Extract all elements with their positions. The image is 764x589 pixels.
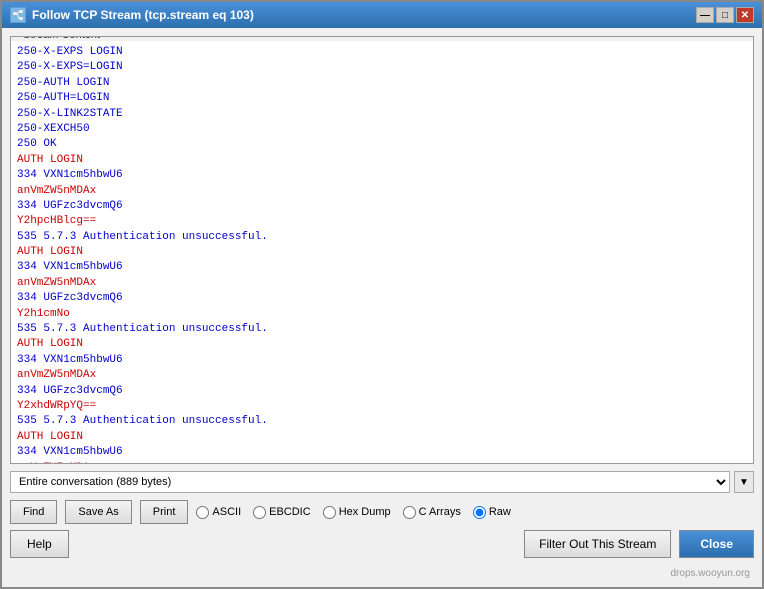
stream-line: 250-X-LINK2STATE xyxy=(17,107,747,122)
stream-line: 250-X-EXPS LOGIN xyxy=(17,45,747,60)
conversation-row: Entire conversation (889 bytes) ▼ xyxy=(10,470,754,494)
stream-line: Y2hpcHBlcg== xyxy=(17,214,747,229)
radio-ascii[interactable] xyxy=(196,506,209,519)
stream-line: 334 VXN1cm5hbwU6 xyxy=(17,260,747,275)
title-bar: Follow TCP Stream (tcp.stream eq 103) — … xyxy=(2,2,762,28)
stream-line: Y2xhdWRpYQ== xyxy=(17,399,747,414)
encoding-radio-group: ASCII EBCDIC Hex Dump C Arrays Raw xyxy=(196,506,754,519)
stream-content-area[interactable]: 250-X-EXPS LOGIN250-X-EXPS=LOGIN250-AUTH… xyxy=(11,41,753,463)
conversation-dropdown-btn[interactable]: ▼ xyxy=(734,471,754,493)
stream-line: anVmZW5nMDAx xyxy=(17,368,747,383)
radio-item-ascii[interactable]: ASCII xyxy=(196,506,241,519)
stream-line: 334 UGFzc3dvcmQ6 xyxy=(17,291,747,306)
window-close-button[interactable]: ✕ xyxy=(736,7,754,23)
stream-group-label: Stream Content xyxy=(19,36,104,41)
radio-label-hex_dump: Hex Dump xyxy=(339,506,391,518)
stream-line: AUTH LOGIN xyxy=(17,337,747,352)
stream-line: 250 OK xyxy=(17,137,747,152)
window-title: Follow TCP Stream (tcp.stream eq 103) xyxy=(32,8,254,22)
stream-line: 334 UGFzc3dvcmQ6 xyxy=(17,199,747,214)
help-button[interactable]: Help xyxy=(10,530,69,558)
stream-line: AUTH LOGIN xyxy=(17,153,747,168)
save-as-button[interactable]: Save As xyxy=(65,500,131,524)
radio-item-raw[interactable]: Raw xyxy=(473,506,511,519)
minimize-button[interactable]: — xyxy=(696,7,714,23)
radio-item-hex_dump[interactable]: Hex Dump xyxy=(323,506,391,519)
stream-line: 250-AUTH LOGIN xyxy=(17,76,747,91)
find-button[interactable]: Find xyxy=(10,500,57,524)
radio-c_arrays[interactable] xyxy=(403,506,416,519)
stream-line: 250-XEXCH50 xyxy=(17,122,747,137)
button-row: Find Save As Print ASCII EBCDIC Hex Dump C … xyxy=(10,500,754,524)
radio-label-ebcdic: EBCDIC xyxy=(269,506,311,518)
bottom-right: Filter Out This Stream Close xyxy=(524,530,754,558)
stream-line: 334 VXN1cm5hbwU6 xyxy=(17,445,747,460)
title-bar-left: Follow TCP Stream (tcp.stream eq 103) xyxy=(10,7,254,23)
stream-line: 535 5.7.3 Authentication unsuccessful. xyxy=(17,414,747,429)
title-buttons: — □ ✕ xyxy=(696,7,754,23)
bottom-left: Help xyxy=(10,530,69,558)
radio-label-c_arrays: C Arrays xyxy=(419,506,461,518)
stream-line: anVmZW5nMDAx xyxy=(17,461,747,463)
stream-line: anVmZW5nMDAx xyxy=(17,184,747,199)
stream-line: 250-X-EXPS=LOGIN xyxy=(17,60,747,75)
radio-item-ebcdic[interactable]: EBCDIC xyxy=(253,506,311,519)
radio-ebcdic[interactable] xyxy=(253,506,266,519)
close-button[interactable]: Close xyxy=(679,530,754,558)
stream-line: AUTH LOGIN xyxy=(17,430,747,445)
stream-line: 334 VXN1cm5hbwU6 xyxy=(17,168,747,183)
radio-raw[interactable] xyxy=(473,506,486,519)
conversation-select[interactable]: Entire conversation (889 bytes) xyxy=(10,471,730,493)
filter-out-button[interactable]: Filter Out This Stream xyxy=(524,530,671,558)
print-button[interactable]: Print xyxy=(140,500,189,524)
window-content: Stream Content 250-X-EXPS LOGIN250-X-EXP… xyxy=(2,28,762,587)
radio-label-raw: Raw xyxy=(489,506,511,518)
stream-line: AUTH LOGIN xyxy=(17,245,747,260)
bottom-row: Help Filter Out This Stream Close xyxy=(10,530,754,562)
stream-line: anVmZW5nMDAx xyxy=(17,276,747,291)
stream-line: 535 5.7.3 Authentication unsuccessful. xyxy=(17,322,747,337)
radio-hex_dump[interactable] xyxy=(323,506,336,519)
stream-line: 535 5.7.3 Authentication unsuccessful. xyxy=(17,230,747,245)
radio-item-c_arrays[interactable]: C Arrays xyxy=(403,506,461,519)
main-window: Follow TCP Stream (tcp.stream eq 103) — … xyxy=(0,0,764,589)
radio-label-ascii: ASCII xyxy=(212,506,241,518)
stream-group: Stream Content 250-X-EXPS LOGIN250-X-EXP… xyxy=(10,36,754,464)
network-icon xyxy=(10,7,26,23)
stream-line: 334 VXN1cm5hbwU6 xyxy=(17,353,747,368)
stream-line: 250-AUTH=LOGIN xyxy=(17,91,747,106)
stream-line: 334 UGFzc3dvcmQ6 xyxy=(17,384,747,399)
stream-line: Y2h1cmNo xyxy=(17,307,747,322)
watermark: drops.wooyun.org xyxy=(10,568,754,579)
maximize-button[interactable]: □ xyxy=(716,7,734,23)
